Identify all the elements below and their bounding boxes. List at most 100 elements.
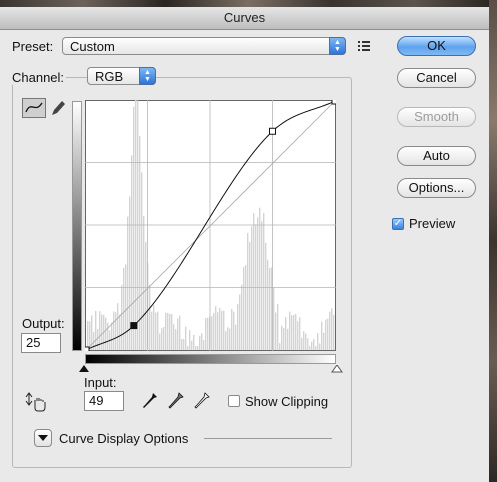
histogram-bar bbox=[167, 312, 169, 350]
histogram-bar bbox=[273, 287, 275, 350]
histogram-bar bbox=[149, 285, 151, 350]
histogram-bar bbox=[279, 343, 281, 350]
histogram-bar bbox=[269, 268, 271, 350]
histogram-bar bbox=[139, 136, 141, 350]
section-divider bbox=[204, 438, 332, 439]
input-gradient-bar bbox=[85, 354, 336, 364]
histogram-bar bbox=[259, 207, 261, 350]
show-clipping-checkbox[interactable] bbox=[228, 395, 240, 407]
histogram-bar bbox=[171, 314, 173, 350]
histogram-bar bbox=[101, 314, 103, 350]
histogram-bar bbox=[317, 333, 319, 350]
histogram-bar bbox=[221, 310, 223, 350]
histogram-bar bbox=[211, 316, 213, 350]
histogram-bar bbox=[281, 325, 283, 350]
histogram-bar bbox=[285, 317, 287, 350]
histogram-bar bbox=[215, 306, 217, 350]
histogram-bar bbox=[177, 318, 179, 350]
histogram-bar bbox=[291, 315, 293, 350]
curve-display-options-toggle[interactable] bbox=[34, 429, 52, 447]
histogram-bar bbox=[95, 310, 97, 350]
histogram-bar bbox=[305, 333, 307, 350]
histogram-bar bbox=[227, 327, 229, 350]
histogram-bar bbox=[299, 317, 301, 350]
histogram-bar bbox=[87, 321, 89, 350]
histogram-bar bbox=[319, 343, 321, 350]
channel-select[interactable]: RGB ▲ ▼ bbox=[87, 67, 156, 85]
histogram-bar bbox=[153, 304, 155, 350]
histogram-bar bbox=[237, 303, 239, 350]
histogram-bar bbox=[297, 321, 299, 350]
control-point-selected[interactable] bbox=[130, 322, 138, 330]
histogram-bar bbox=[293, 314, 295, 350]
histogram-bar bbox=[123, 267, 125, 350]
eyedropper-gray-icon[interactable] bbox=[168, 392, 184, 410]
control-point[interactable] bbox=[269, 127, 277, 135]
smooth-button[interactable]: Smooth bbox=[397, 107, 476, 127]
preview-checkbox[interactable]: ✓ bbox=[392, 218, 404, 230]
auto-button[interactable]: Auto bbox=[397, 146, 476, 166]
histogram-bar bbox=[329, 311, 331, 350]
curve-graph[interactable] bbox=[85, 100, 336, 351]
histogram-bar bbox=[195, 346, 197, 350]
histogram-bar bbox=[203, 340, 205, 350]
histogram-bar bbox=[183, 339, 185, 350]
histogram-bar bbox=[145, 242, 147, 350]
background-photo-edge bbox=[0, 0, 497, 7]
histogram-bar bbox=[105, 317, 107, 350]
input-label: Input: bbox=[84, 375, 117, 390]
input-field[interactable]: 49 bbox=[84, 391, 124, 411]
histogram-bar bbox=[325, 319, 327, 350]
show-clipping-label: Show Clipping bbox=[245, 394, 329, 409]
histogram-bar bbox=[199, 335, 201, 350]
black-point-slider[interactable] bbox=[78, 365, 90, 373]
histogram-bar bbox=[111, 322, 113, 350]
preset-select[interactable]: Custom ▲ ▼ bbox=[62, 37, 346, 55]
curve-tool-icon[interactable] bbox=[22, 98, 46, 118]
preset-label: Preset: bbox=[12, 39, 54, 54]
histogram-bar bbox=[175, 329, 177, 350]
histogram-bar bbox=[247, 232, 249, 350]
histogram-bar bbox=[241, 284, 243, 350]
histogram-bar bbox=[289, 311, 291, 350]
ok-button[interactable]: OK bbox=[397, 36, 476, 56]
histogram-bar bbox=[197, 346, 199, 350]
histogram-bar bbox=[113, 311, 115, 350]
histogram-bar bbox=[121, 285, 123, 350]
pencil-icon[interactable] bbox=[48, 98, 68, 118]
histogram-bar bbox=[213, 312, 215, 350]
hand-adjust-icon[interactable] bbox=[24, 392, 46, 412]
histogram-bar bbox=[287, 328, 289, 350]
control-point[interactable] bbox=[331, 100, 336, 105]
histogram-bar bbox=[321, 321, 323, 350]
histogram-bar bbox=[307, 338, 309, 350]
histogram-bar bbox=[191, 340, 193, 350]
histogram-bar bbox=[233, 311, 235, 350]
histogram-bar bbox=[265, 242, 267, 350]
histogram-bar bbox=[283, 328, 285, 350]
histogram-bar bbox=[159, 333, 161, 350]
white-point-slider[interactable] bbox=[331, 365, 343, 373]
control-point[interactable] bbox=[85, 346, 90, 351]
histogram-bar bbox=[327, 318, 329, 350]
histogram-bar bbox=[125, 264, 127, 350]
histogram-bar bbox=[223, 310, 225, 350]
eyedropper-black-icon[interactable] bbox=[142, 392, 158, 410]
select-arrows-icon: ▲ ▼ bbox=[329, 37, 346, 55]
eyedropper-white-icon[interactable] bbox=[194, 392, 210, 410]
histogram-bar bbox=[229, 328, 231, 350]
histogram-bar bbox=[311, 341, 313, 350]
presets-menu-icon[interactable] bbox=[358, 41, 372, 51]
histogram-bar bbox=[181, 338, 183, 350]
options-button[interactable]: Options... bbox=[397, 178, 476, 198]
select-arrows-icon: ▲ ▼ bbox=[139, 67, 156, 85]
histogram-bar bbox=[169, 313, 171, 350]
output-field[interactable]: 25 bbox=[21, 333, 61, 353]
histogram-bar bbox=[231, 308, 233, 350]
histogram-bar bbox=[239, 294, 241, 350]
cancel-button[interactable]: Cancel bbox=[397, 68, 476, 88]
histogram-bar bbox=[107, 322, 109, 350]
histogram-bar bbox=[173, 324, 175, 350]
histogram-bar bbox=[187, 346, 189, 350]
histogram-bar bbox=[253, 213, 255, 350]
